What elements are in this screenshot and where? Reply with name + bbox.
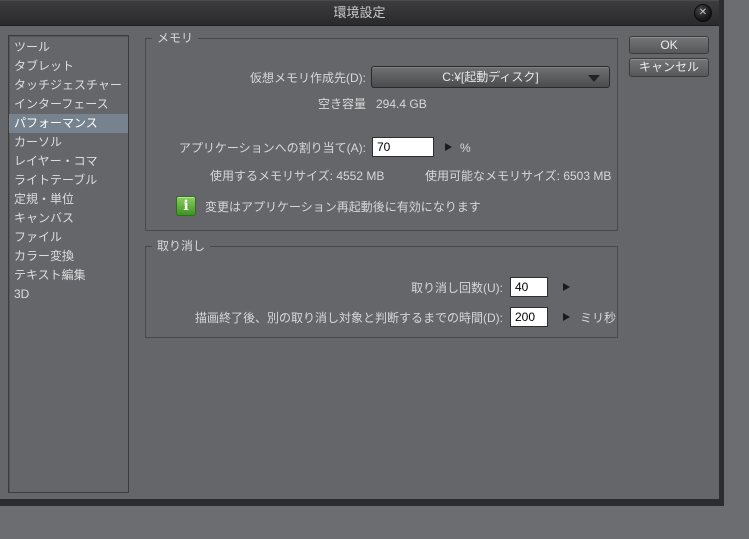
chevron-down-icon	[588, 75, 600, 82]
used-memory-value: 4552 MB	[336, 169, 385, 183]
allocation-unit: %	[460, 141, 471, 155]
virtual-memory-select[interactable]: C:¥[起動ディスク]	[371, 66, 610, 88]
undo-count-slider-arrow-icon[interactable]	[563, 283, 570, 291]
sidebar-item-light-table[interactable]: ライトテーブル	[9, 171, 128, 190]
allocation-label: アプリケーションへの割り当て(A):	[178, 141, 366, 155]
sidebar-item-tools[interactable]: ツール	[9, 38, 128, 57]
sidebar-item-3d[interactable]: 3D	[9, 285, 128, 304]
free-space-label: 空き容量	[317, 97, 366, 111]
memory-group-title: メモリ	[152, 31, 199, 46]
available-memory-label: 使用可能なメモリサイズ:	[425, 169, 560, 183]
virtual-memory-selected-value: C:¥[起動ディスク]	[442, 70, 539, 84]
dialog-title: 環境設定	[333, 5, 386, 20]
ok-button[interactable]: OK	[629, 36, 709, 54]
sidebar-item-tablet[interactable]: タブレット	[9, 57, 128, 76]
sidebar-item-cursor[interactable]: カーソル	[9, 133, 128, 152]
restart-notice: 変更はアプリケーション再起動後に有効になります	[205, 200, 481, 214]
sidebar-item-touch-gesture[interactable]: タッチジェスチャー	[9, 76, 128, 95]
sidebar-item-file[interactable]: ファイル	[9, 228, 128, 247]
virtual-memory-label: 仮想メモリ作成先(D):	[250, 71, 366, 85]
sidebar-item-color-conversion[interactable]: カラー変換	[9, 247, 128, 266]
sidebar-item-text-edit[interactable]: テキスト編集	[9, 266, 128, 285]
category-list: ツール タブレット タッチジェスチャー インターフェース パフォーマンス カーソ…	[8, 35, 129, 493]
cancel-button[interactable]: キャンセル	[629, 58, 709, 77]
titlebar[interactable]: 環境設定 ✕	[0, 0, 719, 26]
sidebar-item-ruler-unit[interactable]: 定規・単位	[9, 190, 128, 209]
sidebar-item-performance[interactable]: パフォーマンス	[9, 114, 128, 133]
preferences-dialog: 環境設定 ✕ ツール タブレット タッチジェスチャー インターフェース パフォー…	[0, 0, 724, 506]
undo-group-title: 取り消し	[152, 239, 211, 254]
desktop-background: 環境設定 ✕ ツール タブレット タッチジェスチャー インターフェース パフォー…	[0, 0, 749, 539]
close-icon[interactable]: ✕	[694, 4, 712, 22]
undo-count-input[interactable]	[510, 277, 548, 297]
available-memory-text: 使用可能なメモリサイズ: 6503 MB	[425, 169, 611, 183]
sidebar-item-canvas[interactable]: キャンバス	[9, 209, 128, 228]
undo-count-label: 取り消し回数(U):	[411, 281, 503, 295]
used-memory-label: 使用するメモリサイズ:	[210, 169, 333, 183]
allocation-slider-arrow-icon[interactable]	[445, 143, 452, 151]
sidebar-item-layer-frame[interactable]: レイヤー・コマ	[9, 152, 128, 171]
undo-time-label: 描画終了後、別の取り消し対象と判断するまでの時間(D):	[195, 311, 503, 325]
info-icon: i	[176, 196, 196, 216]
undo-time-unit: ミリ秒	[580, 311, 617, 325]
allocation-input[interactable]	[372, 137, 434, 157]
available-memory-value: 6503 MB	[563, 169, 612, 183]
used-memory-text: 使用するメモリサイズ: 4552 MB	[210, 169, 384, 183]
sidebar-item-interface[interactable]: インターフェース	[9, 95, 128, 114]
undo-time-slider-arrow-icon[interactable]	[563, 313, 570, 321]
free-space-value: 294.4 GB	[376, 97, 427, 111]
undo-time-input[interactable]	[510, 307, 548, 327]
